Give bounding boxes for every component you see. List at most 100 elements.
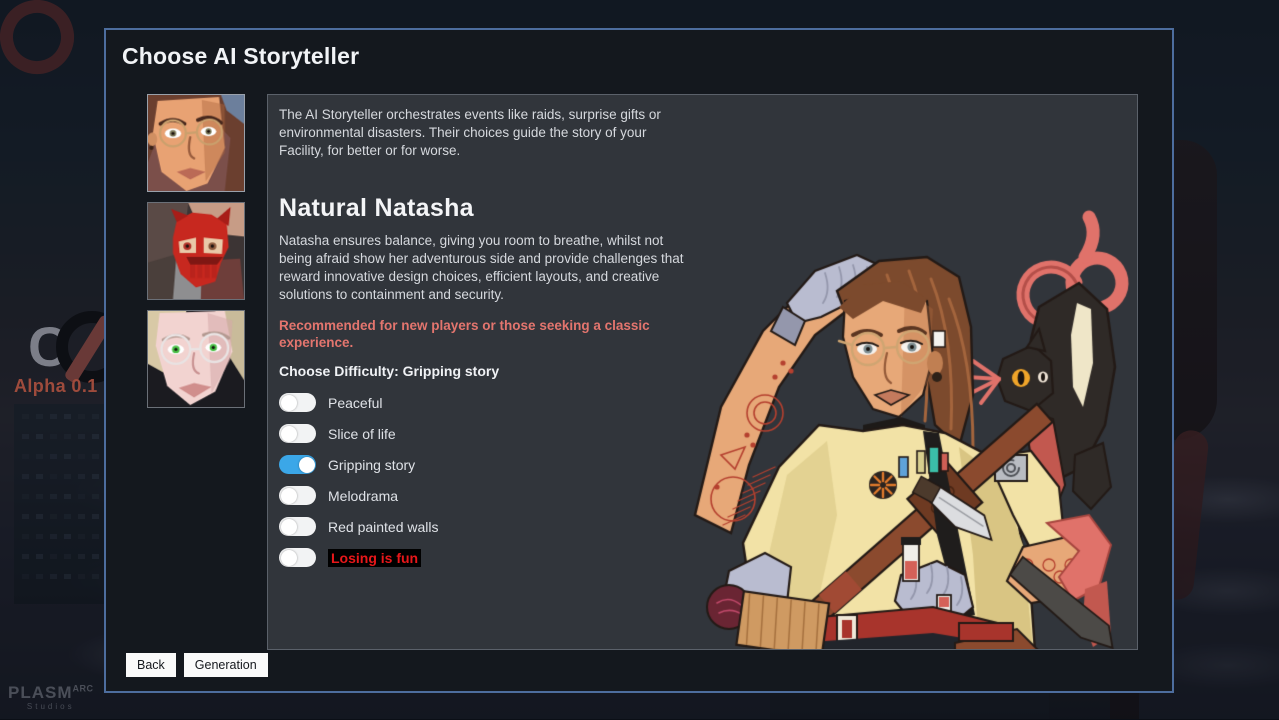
dialog-button-bar: Back Generation [126,653,268,677]
building-window [64,474,71,479]
building-window [78,494,85,499]
building-window [78,554,85,559]
creature-tail-icon [0,0,84,84]
back-button[interactable]: Back [126,653,176,677]
building-window [36,454,43,459]
version-label: Alpha 0.1 [14,376,98,397]
building-window [36,574,43,579]
thumbnail-art [148,311,244,407]
toggle-knob [281,426,297,442]
building-window [78,434,85,439]
building-window [92,454,99,459]
generation-button[interactable]: Generation [184,653,268,677]
building-window [92,494,99,499]
building-window [64,514,71,519]
choose-storyteller-dialog: Choose AI Storyteller The AI Storyteller… [104,28,1174,693]
toggle-knob [281,519,297,535]
studio-watermark: PLASMARC Studios [8,684,94,711]
building-window [78,514,85,519]
difficulty-option-row[interactable]: Melodrama [279,480,689,511]
difficulty-toggle-peaceful[interactable] [279,393,316,412]
building-window [50,534,57,539]
building-window [50,574,57,579]
difficulty-toggle-melodrama[interactable] [279,486,316,505]
building-window [92,474,99,479]
building-window [78,474,85,479]
intro-description: The AI Storyteller orchestrates events l… [279,106,689,160]
difficulty-toggle-red-painted-walls[interactable] [279,517,316,536]
storyteller-thumb-pale[interactable] [147,310,245,408]
building-window [50,474,57,479]
difficulty-option-label: Gripping story [328,457,415,473]
toggle-knob [299,457,315,473]
building-window [64,534,71,539]
building-window [78,414,85,419]
building-window [36,534,43,539]
watermark-main: PLASM [8,683,73,702]
building-window [22,414,29,419]
storyteller-thumb-natasha[interactable] [147,94,245,192]
building-window [36,414,43,419]
building-window [64,434,71,439]
building-window [50,454,57,459]
building-window [92,534,99,539]
building-window [50,494,57,499]
difficulty-option-row[interactable]: Losing is fun [279,542,689,573]
storyteller-portrait-large [687,95,1137,650]
difficulty-option-row[interactable]: Red painted walls [279,511,689,542]
watermark-subtitle: Studios [8,702,94,711]
building-window [64,554,71,559]
recommendation-text: Recommended for new players or those see… [279,317,689,351]
storyteller-thumb-skull[interactable] [147,202,245,300]
storyteller-detail-panel: The AI Storyteller orchestrates events l… [267,94,1138,650]
building-window [50,514,57,519]
difficulty-option-label: Peaceful [328,395,382,411]
difficulty-option-row[interactable]: Peaceful [279,387,689,418]
toggle-knob [281,550,297,566]
building-window [22,494,29,499]
building-window [22,514,29,519]
building-window [36,494,43,499]
building-window [64,414,71,419]
toggle-knob [281,488,297,504]
thumbnail-art [148,95,244,191]
difficulty-option-label: Losing is fun [328,549,421,567]
building-window [92,554,99,559]
building-window [64,454,71,459]
building-window [92,574,99,579]
difficulty-toggle-slice-of-life[interactable] [279,424,316,443]
building-window [36,474,43,479]
building-window [36,514,43,519]
watermark-superscript: ARC [73,683,94,693]
building-window [78,574,85,579]
difficulty-heading: Choose Difficulty: Gripping story [279,363,689,379]
difficulty-toggle-gripping-story[interactable] [279,455,316,474]
building-window [78,454,85,459]
building-window [64,574,71,579]
storyteller-thumbnail-list [147,94,245,408]
difficulty-option-row[interactable]: Gripping story [279,449,689,480]
building-window [50,434,57,439]
difficulty-option-label: Slice of life [328,426,396,442]
difficulty-option-label: Red painted walls [328,519,439,535]
background-building [14,404,110,604]
storyteller-text-column: The AI Storyteller orchestrates events l… [279,106,689,573]
difficulty-option-list: Peaceful Slice of life Gripping story Melod… [279,387,689,573]
building-window [50,554,57,559]
building-window [50,414,57,419]
building-window [78,534,85,539]
storyteller-name: Natural Natasha [279,194,689,223]
building-window [36,554,43,559]
building-window [22,434,29,439]
building-window [22,454,29,459]
difficulty-option-row[interactable]: Slice of life [279,418,689,449]
difficulty-toggle-losing-is-fun[interactable] [279,548,316,567]
building-window [36,434,43,439]
building-window [22,554,29,559]
page-title: Choose AI Storyteller [122,43,359,70]
storyteller-description: Natasha ensures balance, giving you room… [279,232,689,304]
thumbnail-art [148,203,244,299]
building-window [22,474,29,479]
building-window [92,434,99,439]
building-window [92,514,99,519]
